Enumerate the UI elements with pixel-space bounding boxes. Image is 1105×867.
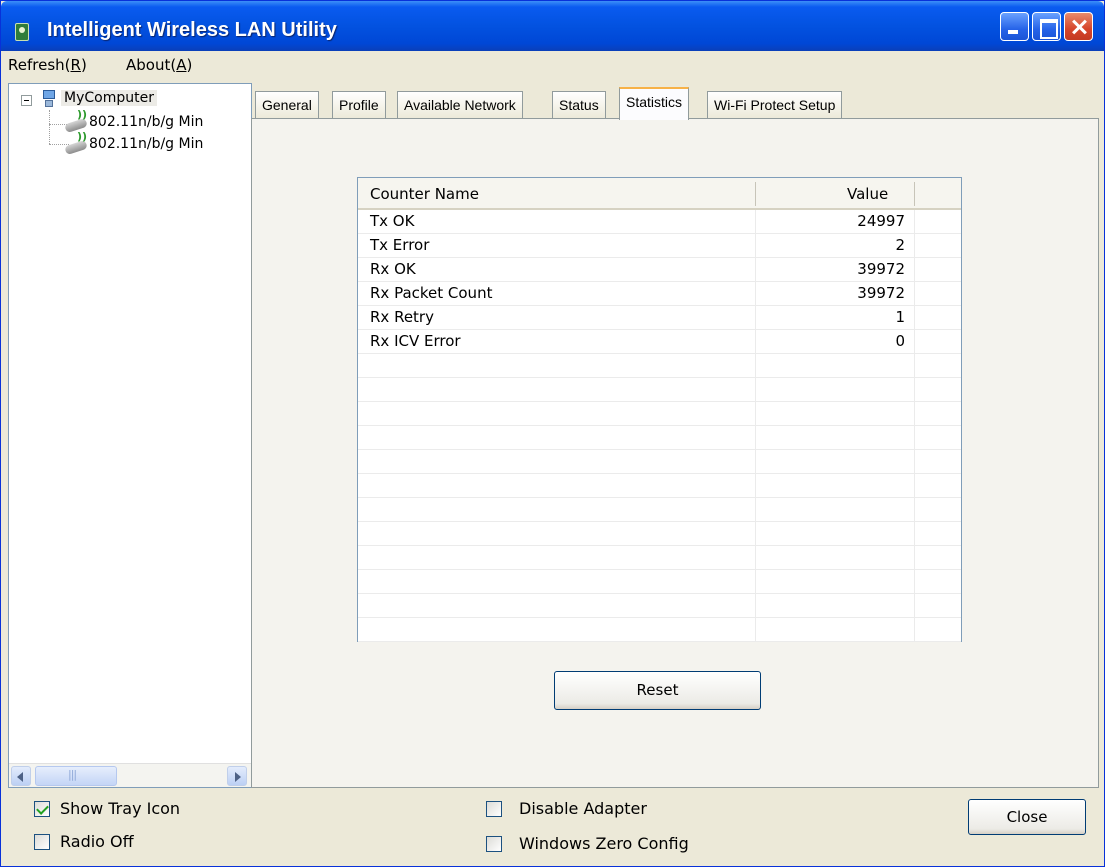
menu-bar: Refresh(R) About(A)	[1, 51, 1104, 79]
column-header-counter-name[interactable]: Counter Name	[370, 185, 479, 203]
tab-statistics[interactable]: Statistics	[619, 87, 690, 120]
statistics-list[interactable]: Counter Name Value Tx OK 24997 Tx Error 2 Rx…	[357, 177, 962, 642]
scroll-right-button[interactable]	[227, 766, 247, 786]
table-row[interactable]	[358, 354, 961, 378]
minimize-button[interactable]	[1000, 12, 1029, 41]
table-row[interactable]: Rx OK 39972	[358, 258, 961, 282]
radio-off-checkbox[interactable]	[34, 834, 50, 850]
menu-about[interactable]: About(A)	[126, 56, 192, 74]
menu-about-accel: A	[176, 56, 187, 74]
counter-name-cell: Tx OK	[370, 212, 415, 230]
table-row[interactable]	[358, 570, 961, 594]
tree-item-adapter-2[interactable]: 802.11n/b/g Min	[89, 136, 203, 152]
maximize-button[interactable]	[1032, 12, 1061, 41]
table-row[interactable]	[358, 474, 961, 498]
tab-available-network[interactable]: Available Network	[397, 91, 523, 119]
counter-name-cell: Rx ICV Error	[370, 332, 461, 350]
title-bar[interactable]: Intelligent Wireless LAN Utility	[1, 1, 1104, 51]
menu-refresh[interactable]: Refresh(R)	[8, 56, 87, 74]
table-row[interactable]	[358, 402, 961, 426]
tab-general[interactable]: General	[255, 91, 319, 119]
table-row[interactable]	[358, 426, 961, 450]
scroll-left-button[interactable]	[11, 766, 31, 786]
collapse-toggle[interactable]	[21, 95, 32, 106]
tree-item-adapter-1[interactable]: 802.11n/b/g Min	[89, 114, 203, 130]
tab-profile[interactable]: Profile	[332, 91, 386, 119]
disable-adapter-checkbox[interactable]	[486, 801, 502, 817]
table-row[interactable]	[358, 378, 961, 402]
menu-about-text: About(	[126, 56, 177, 74]
counter-value-cell: 39972	[857, 260, 905, 278]
table-row[interactable]: Rx Retry 1	[358, 306, 961, 330]
table-row[interactable]: Tx OK 24997	[358, 210, 961, 234]
table-row[interactable]: Rx ICV Error 0	[358, 330, 961, 354]
list-header: Counter Name Value	[358, 178, 961, 210]
table-row[interactable]	[358, 522, 961, 546]
counter-name-cell: Rx Packet Count	[370, 284, 493, 302]
menu-refresh-suffix: )	[80, 56, 87, 74]
app-icon	[15, 23, 29, 41]
wireless-adapter-icon: ))	[64, 108, 89, 134]
table-row[interactable]	[358, 450, 961, 474]
tree-root-mycomputer[interactable]: MyComputer	[61, 90, 157, 106]
tree-horizontal-scrollbar[interactable]	[9, 763, 251, 787]
menu-refresh-accel: R	[70, 56, 81, 74]
counter-name-cell: Tx Error	[370, 236, 430, 254]
list-rows: Tx OK 24997 Tx Error 2 Rx OK 39972 Rx Packet C…	[358, 210, 961, 642]
table-row[interactable]	[358, 546, 961, 570]
table-row[interactable]: Tx Error 2	[358, 234, 961, 258]
table-row[interactable]: Rx Packet Count 39972	[358, 282, 961, 306]
table-row[interactable]	[358, 498, 961, 522]
counter-name-cell: Rx Retry	[370, 308, 434, 326]
column-divider[interactable]	[914, 182, 915, 206]
close-window-button[interactable]	[1064, 12, 1093, 41]
disable-adapter-label: Disable Adapter	[519, 799, 647, 818]
menu-refresh-text: Refresh(	[8, 56, 71, 74]
statistics-panel: Counter Name Value Tx OK 24997 Tx Error 2 Rx…	[251, 118, 1099, 788]
table-row[interactable]	[358, 594, 961, 618]
close-button[interactable]: Close	[968, 799, 1086, 835]
tab-status[interactable]: Status	[552, 91, 606, 119]
windows-zero-config-checkbox[interactable]	[486, 836, 502, 852]
menu-about-suffix: )	[186, 56, 193, 74]
computer-icon	[41, 90, 57, 108]
windows-zero-config-label: Windows Zero Config	[519, 834, 689, 853]
tree-connector	[49, 110, 50, 144]
tab-wifi-protect-setup[interactable]: Wi-Fi Protect Setup	[707, 91, 843, 119]
scroll-thumb[interactable]	[35, 766, 117, 786]
table-row[interactable]	[358, 618, 961, 642]
counter-value-cell: 24997	[857, 212, 905, 230]
counter-name-cell: Rx OK	[370, 260, 416, 278]
show-tray-icon-label: Show Tray Icon	[60, 799, 181, 818]
main-window: Intelligent Wireless LAN Utility Refresh…	[0, 0, 1105, 867]
column-divider[interactable]	[755, 182, 756, 206]
column-header-value[interactable]: Value	[847, 185, 888, 203]
window-title: Intelligent Wireless LAN Utility	[47, 19, 337, 41]
wireless-adapter-icon: ))	[64, 130, 89, 156]
reset-button[interactable]: Reset	[554, 671, 761, 710]
counter-value-cell: 1	[895, 308, 905, 326]
chevron-right-icon	[235, 772, 241, 782]
counter-value-cell: 39972	[857, 284, 905, 302]
counter-value-cell: 2	[895, 236, 905, 254]
radio-off-label: Radio Off	[60, 832, 134, 851]
chevron-left-icon	[17, 772, 23, 782]
device-tree: MyComputer )) 802.11n/b/g Min )) 802.11n…	[8, 83, 252, 788]
show-tray-icon-checkbox[interactable]	[34, 801, 50, 817]
counter-value-cell: 0	[895, 332, 905, 350]
